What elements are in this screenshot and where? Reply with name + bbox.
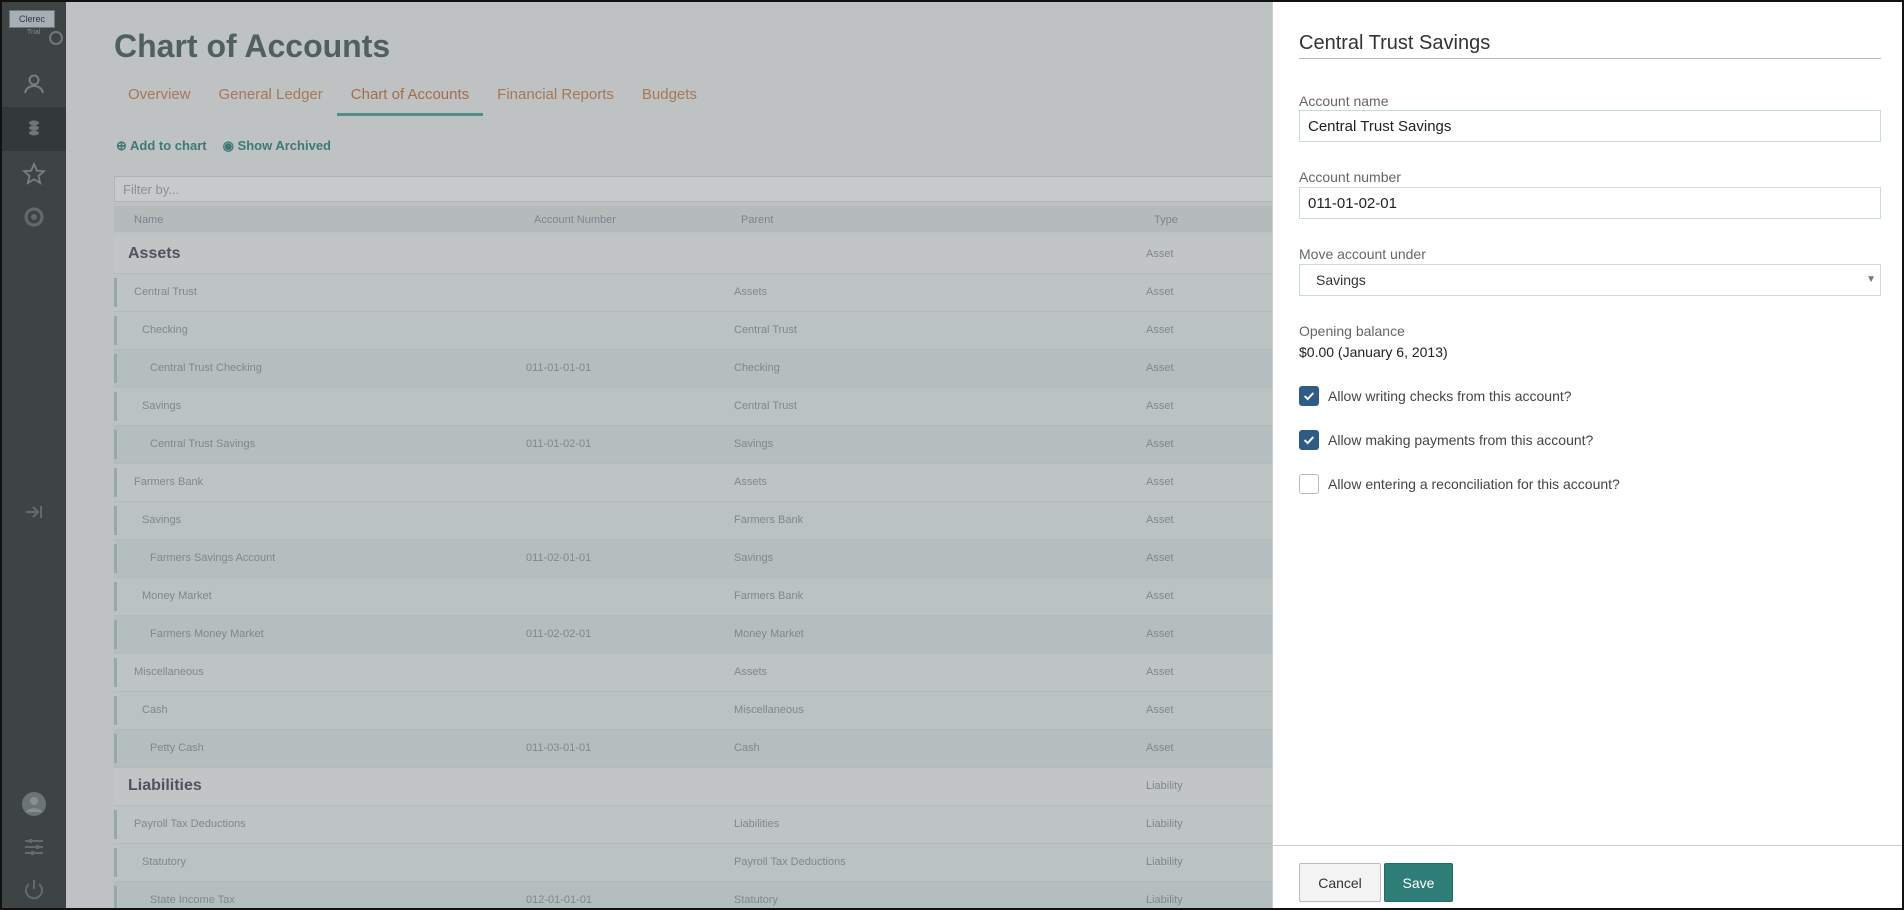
account-name-input[interactable] — [1299, 110, 1881, 142]
chevron-down-icon: ▼ — [1866, 274, 1876, 285]
allow-reconciliation-label: Allow entering a reconciliation for this… — [1328, 476, 1620, 492]
move-account-under-label: Move account under — [1299, 246, 1426, 262]
check-icon — [1303, 436, 1315, 445]
check-icon — [1303, 392, 1315, 401]
allow-checks-label: Allow writing checks from this account? — [1328, 388, 1572, 404]
account-number-label: Account number — [1299, 169, 1401, 185]
opening-balance-value: $0.00 (January 6, 2013) — [1299, 344, 1448, 360]
account-number-input[interactable] — [1299, 187, 1881, 219]
opening-balance-label: Opening balance — [1299, 323, 1405, 339]
app-window: Clerec Trial Chart of Accounts Overview … — [0, 0, 1904, 910]
panel-title: Central Trust Savings — [1299, 32, 1881, 59]
allow-payments-option[interactable]: Allow making payments from this account? — [1299, 430, 1593, 450]
allow-reconciliation-checkbox[interactable] — [1299, 474, 1319, 494]
move-account-under-value: Savings — [1316, 272, 1366, 288]
allow-checks-option[interactable]: Allow writing checks from this account? — [1299, 386, 1572, 406]
edit-account-panel: Central Trust Savings Account name Accou… — [1272, 2, 1902, 908]
allow-reconciliation-option[interactable]: Allow entering a reconciliation for this… — [1299, 474, 1620, 494]
allow-payments-label: Allow making payments from this account? — [1328, 432, 1594, 448]
allow-checks-checkbox[interactable] — [1299, 386, 1319, 406]
account-name-label: Account name — [1299, 93, 1389, 109]
save-button[interactable]: Save — [1384, 863, 1453, 902]
allow-payments-checkbox[interactable] — [1299, 430, 1319, 450]
panel-footer-divider — [1273, 845, 1902, 846]
cancel-button[interactable]: Cancel — [1299, 863, 1381, 902]
move-account-under-select[interactable]: Savings ▼ — [1299, 264, 1881, 296]
